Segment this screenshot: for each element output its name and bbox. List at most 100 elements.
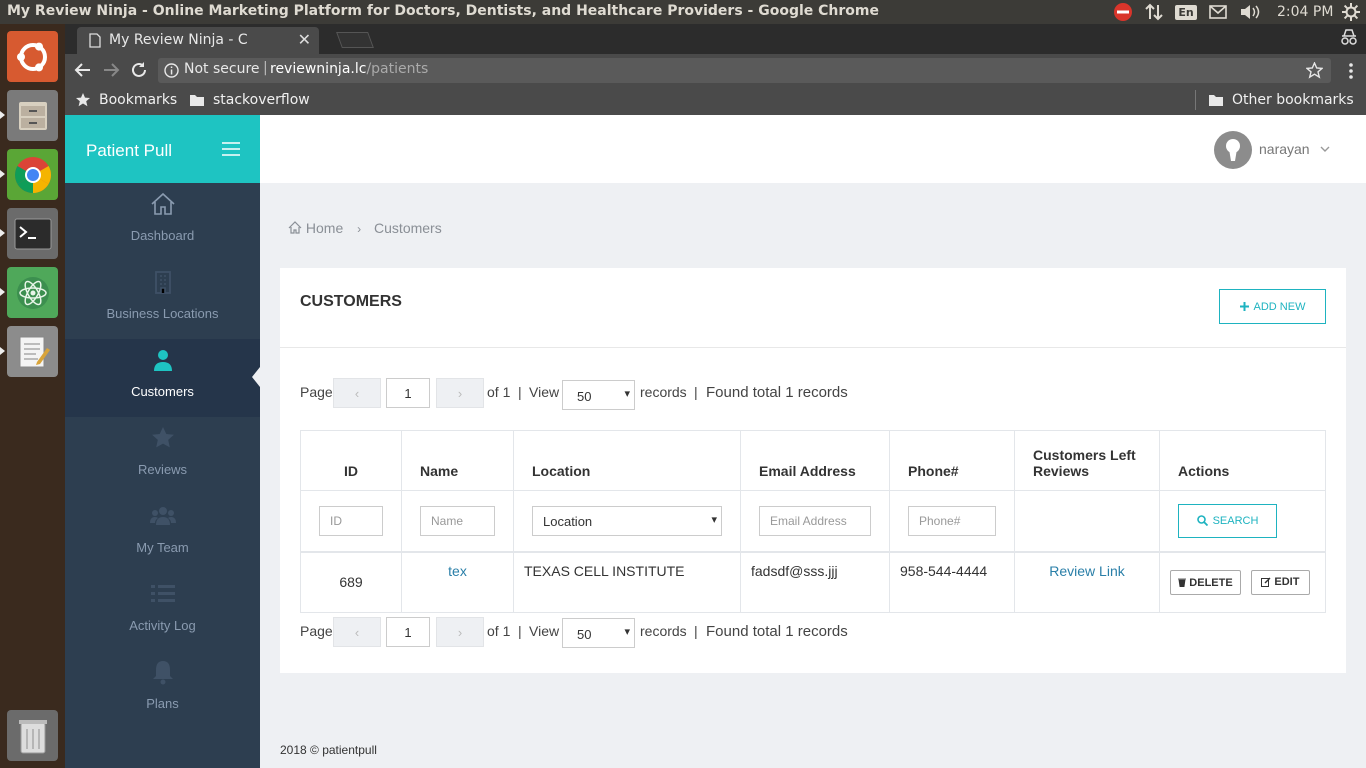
address-separator: | bbox=[263, 60, 268, 76]
next-page-button[interactable]: › bbox=[436, 378, 484, 408]
sidebar-item-label: Dashboard bbox=[130, 228, 195, 243]
chevron-down-icon[interactable] bbox=[1320, 146, 1330, 153]
security-label: Not secure bbox=[184, 61, 260, 77]
browser-tab[interactable]: My Review Ninja - C ✕ bbox=[77, 27, 319, 54]
other-bookmarks-label: Other bookmarks bbox=[1232, 92, 1354, 108]
user-name[interactable]: narayan bbox=[1259, 141, 1310, 157]
terminal-icon[interactable] bbox=[7, 208, 58, 259]
files-cabinet-icon[interactable] bbox=[7, 90, 58, 141]
window-title: My Review Ninja - Online Marketing Platf… bbox=[7, 3, 879, 19]
column-header-location[interactable]: Location bbox=[513, 430, 741, 491]
records-label: records bbox=[640, 623, 687, 639]
settings-gear-icon[interactable] bbox=[1340, 0, 1362, 24]
id-filter-input[interactable]: ID bbox=[319, 505, 383, 536]
breadcrumb-home[interactable]: Home bbox=[306, 220, 343, 236]
page-number-input[interactable]: 1 bbox=[386, 617, 430, 647]
cell-location: TEXAS CELL INSTITUTE bbox=[513, 551, 741, 613]
text-editor-icon[interactable] bbox=[7, 326, 58, 377]
avatar[interactable] bbox=[1214, 131, 1252, 169]
page-label: Page bbox=[300, 623, 333, 639]
url-host: reviewninja.lc bbox=[270, 61, 367, 77]
bookmark-star-icon[interactable] bbox=[1306, 62, 1323, 79]
app-header: narayan bbox=[260, 115, 1366, 183]
home-icon bbox=[288, 221, 302, 234]
pager-separator: | bbox=[518, 384, 522, 400]
page-number-input[interactable]: 1 bbox=[386, 378, 430, 408]
keyboard-layout[interactable]: En bbox=[1175, 0, 1197, 24]
prev-page-button[interactable]: ‹ bbox=[333, 378, 381, 408]
forward-arrow-icon[interactable] bbox=[102, 61, 120, 79]
running-indicator bbox=[0, 111, 5, 119]
column-header-phone[interactable]: Phone# bbox=[889, 430, 1015, 491]
other-bookmarks[interactable]: Other bookmarks bbox=[1208, 92, 1354, 108]
folder-icon bbox=[190, 95, 204, 106]
search-icon bbox=[1196, 515, 1208, 527]
address-bar[interactable]: Not secure | reviewninja.lc/patients bbox=[158, 58, 1331, 83]
bell-icon bbox=[153, 661, 173, 685]
add-new-label: ADD NEW bbox=[1253, 300, 1306, 313]
no-entry-icon[interactable] bbox=[1112, 0, 1134, 24]
column-header-actions: Actions bbox=[1159, 430, 1326, 491]
menu-dots-icon[interactable] bbox=[1349, 63, 1353, 79]
network-arrows-icon[interactable] bbox=[1143, 0, 1165, 24]
sidebar-item-plans[interactable]: Plans bbox=[65, 651, 260, 729]
email-filter-input[interactable]: Email Address bbox=[759, 505, 871, 536]
sidebar-item-reviews[interactable]: Reviews bbox=[65, 417, 260, 495]
sidebar-item-business-locations[interactable]: Business Locations bbox=[65, 261, 260, 339]
delete-label: DELETE bbox=[1189, 576, 1233, 589]
per-page-select[interactable]: 50 bbox=[562, 618, 635, 648]
review-link[interactable]: Review Link bbox=[1014, 551, 1160, 613]
back-arrow-icon[interactable] bbox=[74, 61, 92, 79]
bookmark-folder-stackoverflow[interactable]: stackoverflow bbox=[189, 92, 310, 108]
reload-icon[interactable] bbox=[130, 61, 148, 79]
found-records: Found total 1 records bbox=[706, 623, 848, 640]
sidebar-item-activity-log[interactable]: Activity Log bbox=[65, 573, 260, 651]
column-header-email[interactable]: Email Address bbox=[740, 430, 890, 491]
bookmark-folder-label: stackoverflow bbox=[213, 92, 310, 108]
page-label: Page bbox=[300, 384, 333, 400]
close-tab-icon[interactable]: ✕ bbox=[298, 30, 311, 49]
sidebar-item-customers[interactable]: Customers bbox=[65, 339, 260, 417]
info-icon[interactable] bbox=[164, 63, 179, 78]
filter-row: ID Name Location ▾ Email Address Phone# S… bbox=[300, 490, 1326, 552]
location-filter-select[interactable]: Location ▾ bbox=[532, 505, 722, 536]
edit-button[interactable]: EDIT bbox=[1250, 569, 1310, 595]
sidebar-item-my-team[interactable]: My Team bbox=[65, 495, 260, 573]
reviews-filter-empty bbox=[1014, 490, 1160, 552]
chrome-icon[interactable] bbox=[7, 149, 58, 200]
customer-name-link[interactable]: tex bbox=[401, 551, 514, 613]
table-header-row: ID Name Location Email Address Phone# Cu… bbox=[300, 430, 1326, 491]
name-filter-input[interactable]: Name bbox=[420, 505, 495, 536]
main-content: Home › Customers CUSTOMERS ADD NEW Page … bbox=[260, 183, 1366, 768]
column-header-name[interactable]: Name bbox=[401, 430, 514, 491]
browser-tab-bar: My Review Ninja - C ✕ bbox=[65, 24, 1366, 54]
trash-icon bbox=[1178, 578, 1187, 587]
column-header-id[interactable]: ID bbox=[300, 430, 402, 491]
per-page-value: 50 bbox=[577, 627, 592, 642]
delete-button[interactable]: DELETE bbox=[1170, 570, 1241, 595]
pager-separator: | bbox=[694, 384, 698, 400]
trash-icon[interactable] bbox=[7, 710, 58, 761]
add-new-button[interactable]: ADD NEW bbox=[1219, 289, 1326, 324]
next-page-button[interactable]: › bbox=[436, 617, 484, 647]
search-button[interactable]: SEARCH bbox=[1178, 503, 1277, 538]
prev-page-button[interactable]: ‹ bbox=[333, 617, 381, 647]
avatar-icon bbox=[1226, 139, 1240, 161]
phone-filter-input[interactable]: Phone# bbox=[908, 505, 996, 536]
sidebar-item-dashboard[interactable]: Dashboard bbox=[65, 183, 260, 261]
app-sidebar: Patient Pull Dashboard Business Location… bbox=[65, 115, 260, 768]
search-label: SEARCH bbox=[1212, 514, 1259, 527]
volume-icon[interactable] bbox=[1238, 0, 1262, 24]
clock[interactable]: 2:04 PM bbox=[1277, 4, 1333, 20]
mail-icon[interactable] bbox=[1207, 0, 1229, 24]
bookmarks-item[interactable]: Bookmarks bbox=[75, 92, 177, 108]
ubuntu-logo-icon[interactable] bbox=[7, 31, 58, 82]
hamburger-menu-icon[interactable] bbox=[222, 142, 240, 156]
new-tab-button[interactable] bbox=[336, 32, 374, 48]
sidebar-item-label: Activity Log bbox=[129, 618, 196, 633]
brand-name[interactable]: Patient Pull bbox=[86, 141, 172, 161]
incognito-icon[interactable] bbox=[1340, 28, 1358, 46]
atom-editor-icon[interactable] bbox=[7, 267, 58, 318]
per-page-select[interactable]: 50 bbox=[562, 380, 635, 410]
sidebar-item-label: My Team bbox=[136, 540, 189, 555]
